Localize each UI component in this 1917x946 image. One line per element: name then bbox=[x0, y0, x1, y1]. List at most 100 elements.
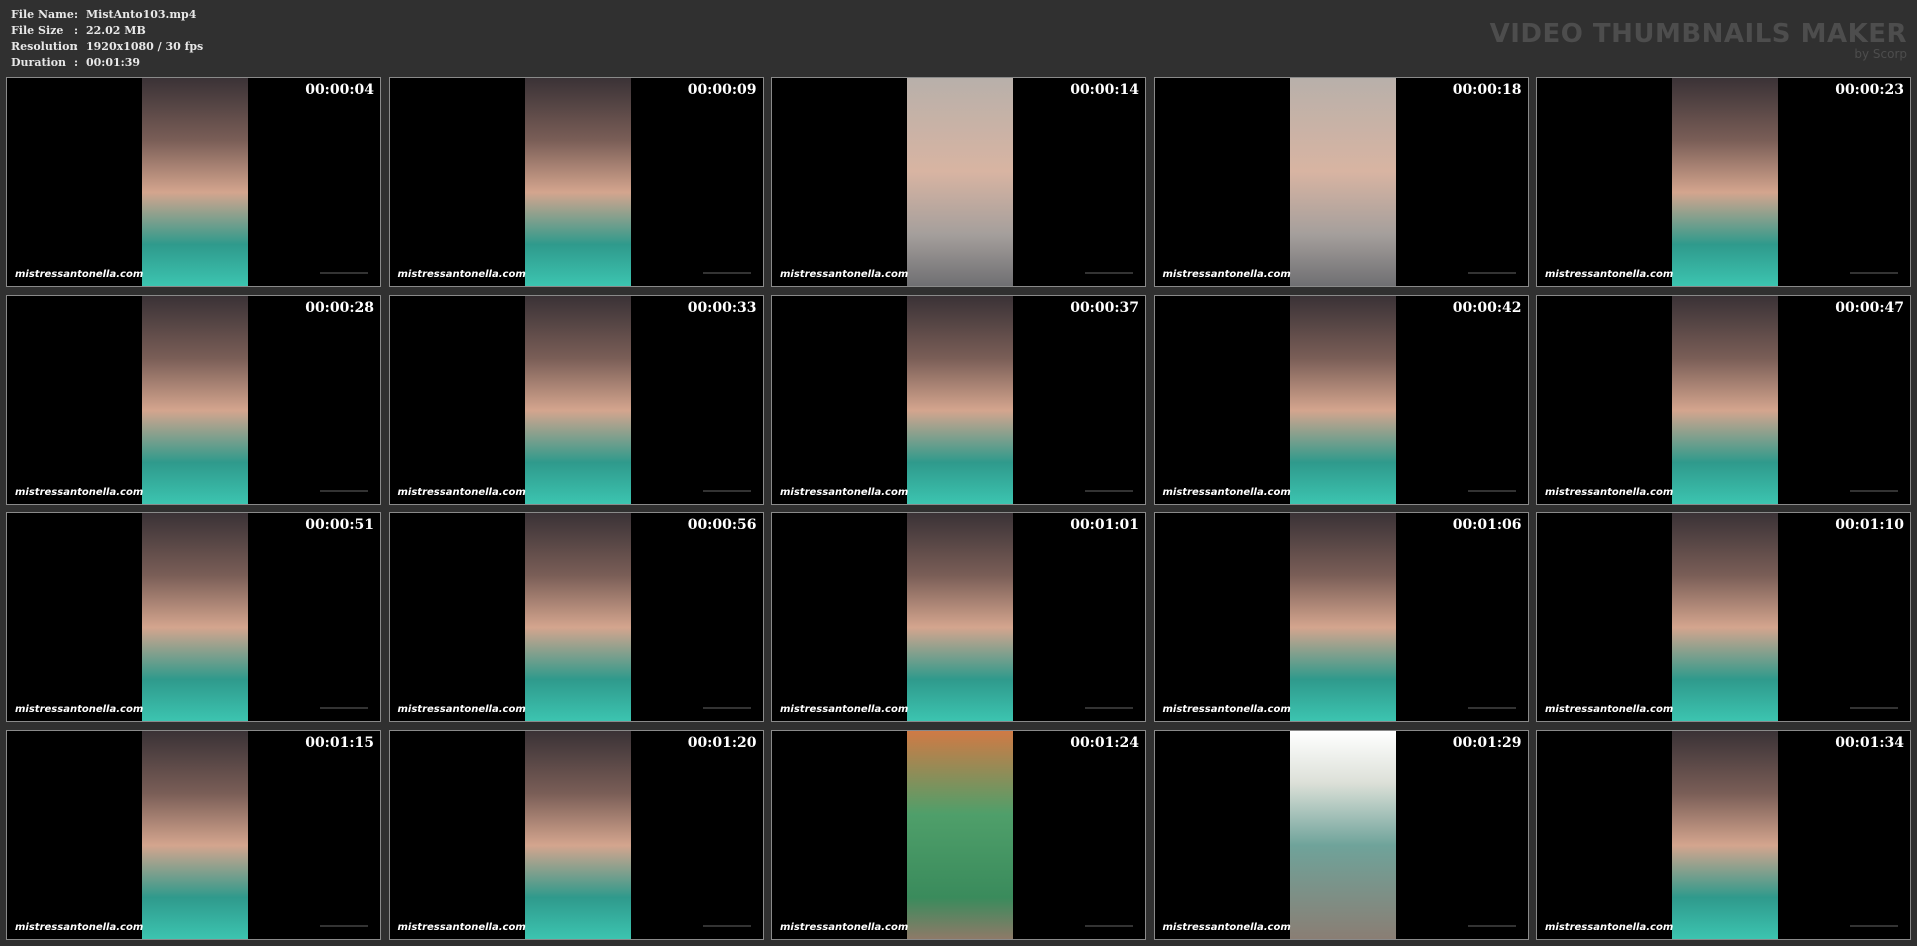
video-frame-image bbox=[524, 78, 631, 286]
thumbnail[interactable]: 00:01:24 mistressantonella.com bbox=[771, 729, 1146, 940]
header: File Name : MistAnto103.mp4 File Size : … bbox=[0, 0, 1917, 74]
thumbnail[interactable]: 00:00:51 mistressantonella.com bbox=[6, 512, 381, 722]
watermark: mistressantonella.com bbox=[1545, 486, 1674, 498]
timestamp: 00:00:23 bbox=[1835, 82, 1904, 98]
video-frame-image bbox=[907, 295, 1013, 504]
thumbnail[interactable]: 00:01:01 mistressantonella.com bbox=[771, 512, 1146, 722]
video-frame-image bbox=[524, 295, 631, 504]
watermark: mistressantonella.com bbox=[15, 704, 144, 715]
file-name-value: MistAnto103.mp4 bbox=[86, 8, 197, 21]
video-frame-image bbox=[142, 730, 248, 939]
thumbnail[interactable]: 00:00:37 mistressantonella.com bbox=[771, 294, 1146, 505]
brand-title: VIDEO THUMBNAILS MAKER bbox=[1489, 19, 1907, 49]
video-frame-image bbox=[907, 730, 1013, 939]
separator: : bbox=[74, 8, 79, 21]
video-frame-image bbox=[142, 78, 248, 286]
faint-watermark bbox=[702, 924, 751, 927]
timestamp: 00:00:18 bbox=[1452, 82, 1522, 98]
watermark: mistressantonella.com bbox=[1162, 921, 1291, 933]
watermark: mistressantonella.com bbox=[397, 269, 526, 280]
video-frame-image bbox=[1289, 78, 1396, 286]
thumbnail[interactable]: 00:01:06 mistressantonella.com bbox=[1153, 512, 1529, 722]
thumbnail[interactable]: 00:00:56 mistressantonella.com bbox=[388, 512, 764, 722]
timestamp: 00:00:56 bbox=[687, 517, 757, 533]
thumbnail-grid: 00:00:04 mistressantonella.com 00:00:09 mis… bbox=[6, 77, 1911, 941]
video-frame-image bbox=[907, 78, 1013, 286]
faint-watermark bbox=[702, 272, 751, 274]
thumbnail[interactable]: 00:00:47 mistressantonella.com bbox=[1536, 294, 1911, 505]
watermark: mistressantonella.com bbox=[15, 269, 144, 280]
thumbnail[interactable]: 00:00:14 mistressantonella.com bbox=[771, 77, 1146, 287]
file-info-row: File Size : 22.02 MB bbox=[11, 23, 203, 39]
thumbnail[interactable]: 00:00:23 mistressantonella.com bbox=[1536, 77, 1911, 287]
faint-watermark bbox=[320, 489, 368, 492]
thumbnail[interactable]: 00:00:18 mistressantonella.com bbox=[1153, 77, 1529, 287]
thumbnail[interactable]: 00:00:09 mistressantonella.com bbox=[388, 77, 764, 287]
timestamp: 00:01:24 bbox=[1070, 734, 1139, 751]
thumbnail[interactable]: 00:01:10 mistressantonella.com bbox=[1536, 512, 1911, 722]
timestamp: 00:00:33 bbox=[687, 299, 757, 316]
thumbnail[interactable]: 00:00:04 mistressantonella.com bbox=[6, 77, 381, 287]
faint-watermark bbox=[1850, 707, 1898, 709]
faint-watermark bbox=[320, 924, 368, 927]
watermark: mistressantonella.com bbox=[15, 486, 144, 498]
faint-watermark bbox=[702, 489, 751, 492]
file-size-label: File Size bbox=[11, 24, 64, 37]
thumbnail[interactable]: 00:00:33 mistressantonella.com bbox=[388, 294, 764, 505]
separator: : bbox=[74, 56, 79, 69]
timestamp: 00:01:34 bbox=[1835, 734, 1904, 751]
watermark: mistressantonella.com bbox=[780, 921, 909, 933]
watermark: mistressantonella.com bbox=[780, 704, 909, 715]
timestamp: 00:00:28 bbox=[305, 299, 374, 316]
video-frame-image bbox=[142, 295, 248, 504]
watermark: mistressantonella.com bbox=[15, 921, 144, 933]
brand-logo: VIDEO THUMBNAILS MAKER by Scorp bbox=[1490, 20, 1907, 60]
file-info: File Name : MistAnto103.mp4 File Size : … bbox=[11, 7, 203, 71]
file-name-label: File Name bbox=[11, 8, 74, 21]
faint-watermark bbox=[1085, 924, 1133, 927]
video-frame-image bbox=[524, 730, 631, 939]
timestamp: 00:00:37 bbox=[1070, 299, 1139, 316]
watermark: mistressantonella.com bbox=[397, 921, 526, 933]
video-frame-image bbox=[1672, 295, 1778, 504]
thumbnail[interactable]: 00:01:20 mistressantonella.com bbox=[388, 729, 764, 940]
file-info-row: Duration : 00:01:39 bbox=[11, 55, 203, 71]
faint-watermark bbox=[320, 707, 368, 709]
thumbnail[interactable]: 00:00:28 mistressantonella.com bbox=[6, 294, 381, 505]
timestamp: 00:01:15 bbox=[305, 734, 374, 751]
file-size-value: 22.02 MB bbox=[86, 24, 146, 37]
video-frame-image bbox=[142, 513, 248, 721]
watermark: mistressantonella.com bbox=[1545, 704, 1674, 715]
faint-watermark bbox=[1085, 707, 1133, 709]
thumbnail[interactable]: 00:01:29 mistressantonella.com bbox=[1153, 729, 1529, 940]
watermark: mistressantonella.com bbox=[780, 269, 909, 280]
video-frame-image bbox=[907, 513, 1013, 721]
timestamp: 00:00:04 bbox=[305, 82, 374, 98]
faint-watermark bbox=[1467, 272, 1516, 274]
timestamp: 00:01:20 bbox=[687, 734, 757, 751]
timestamp: 00:01:29 bbox=[1452, 734, 1522, 751]
duration-label: Duration bbox=[11, 56, 67, 69]
faint-watermark bbox=[320, 272, 368, 274]
video-frame-image bbox=[1289, 295, 1396, 504]
watermark: mistressantonella.com bbox=[1545, 921, 1674, 933]
faint-watermark bbox=[1467, 707, 1516, 709]
thumbnail[interactable]: 00:01:34 mistressantonella.com bbox=[1536, 729, 1911, 940]
thumbnail[interactable]: 00:01:15 mistressantonella.com bbox=[6, 729, 381, 940]
faint-watermark bbox=[1467, 489, 1516, 492]
video-frame-image bbox=[1672, 513, 1778, 721]
file-info-row: Resolution : 1920x1080 / 30 fps bbox=[11, 39, 203, 55]
timestamp: 00:00:14 bbox=[1070, 82, 1139, 98]
watermark: mistressantonella.com bbox=[780, 486, 909, 498]
video-frame-image bbox=[1672, 730, 1778, 939]
video-frame-image bbox=[1672, 78, 1778, 286]
timestamp: 00:01:10 bbox=[1835, 517, 1904, 533]
separator: : bbox=[74, 40, 79, 53]
timestamp: 00:00:51 bbox=[305, 517, 374, 533]
faint-watermark bbox=[702, 707, 751, 709]
thumbnail[interactable]: 00:00:42 mistressantonella.com bbox=[1153, 294, 1529, 505]
watermark: mistressantonella.com bbox=[397, 704, 526, 715]
timestamp: 00:00:09 bbox=[687, 82, 757, 98]
watermark: mistressantonella.com bbox=[1545, 269, 1674, 280]
video-frame-image bbox=[1289, 513, 1396, 721]
